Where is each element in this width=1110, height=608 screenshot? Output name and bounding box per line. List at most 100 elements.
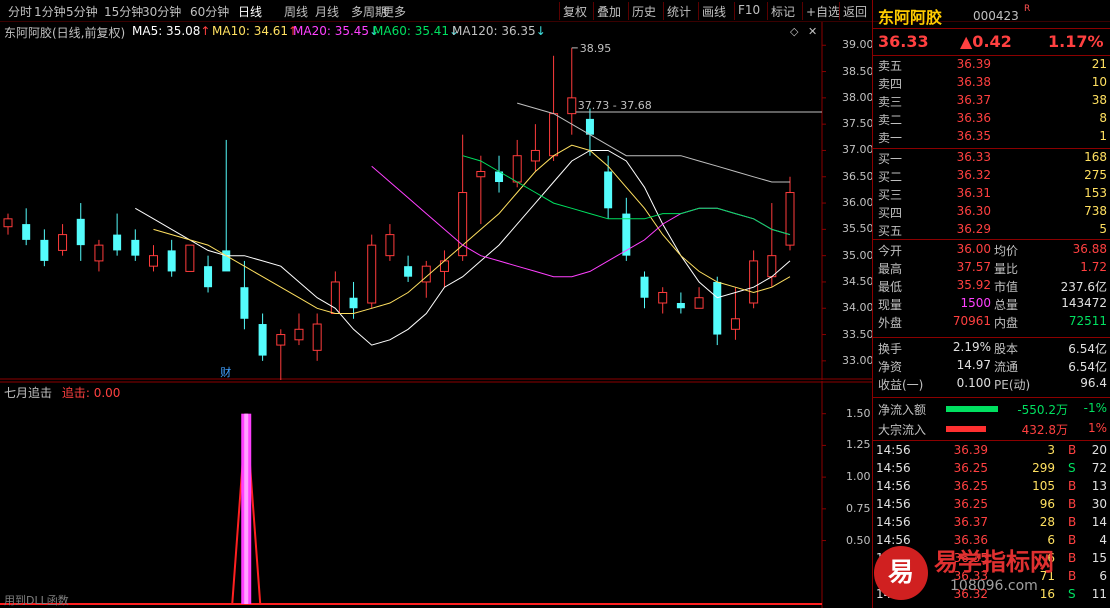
watermark-url: 108096.com: [950, 578, 1038, 594]
tick-volume: 28: [1039, 515, 1055, 529]
tick-time: 14:56: [876, 443, 911, 457]
tick-volume: 96: [1039, 497, 1055, 511]
tick-count: 4: [1099, 533, 1107, 547]
candle-body: [730, 318, 740, 330]
action-4[interactable]: 画线: [702, 3, 726, 20]
toolbar-separator: [698, 2, 699, 20]
stat-label: 现量: [878, 298, 903, 312]
ma-value: MA20: 35.45: [293, 24, 370, 38]
ask-label: 卖五: [878, 59, 903, 73]
panel-divider: [872, 440, 1110, 441]
action-8[interactable]: 返回: [843, 3, 867, 20]
ma-arrow-icon: ↓: [535, 24, 546, 38]
ma-label-2: MA20: 35.45↓: [293, 24, 379, 38]
stat-label: 均价: [994, 244, 1019, 258]
indicator-chart[interactable]: [0, 381, 872, 608]
period-tab-1[interactable]: 1分钟: [34, 3, 66, 20]
fund-label: 流通: [994, 360, 1019, 374]
candle-body: [767, 255, 777, 278]
indicator-title: 七月追击 追击: 0.00: [4, 384, 120, 401]
panel-divider: [872, 148, 1110, 149]
fund-value: 96.4: [1080, 376, 1107, 390]
bid-volume: 153: [1084, 186, 1107, 200]
bid-volume: 5: [1099, 222, 1107, 236]
bid-label: 买一: [878, 152, 903, 166]
period-tab-0[interactable]: 分时: [8, 3, 32, 20]
candle-body: [131, 239, 140, 256]
stat-label: 总量: [994, 298, 1019, 312]
y-tick-label: 34.50: [842, 274, 874, 288]
y-tick-label: 34.00: [842, 301, 874, 315]
ask-label: 卖三: [878, 95, 903, 109]
stat-label: 今开: [878, 244, 903, 258]
ask-volume: 21: [1091, 57, 1107, 71]
candle-body: [3, 218, 13, 228]
kline-chart[interactable]: 38.95 32.56 37.73 - 37.68 财 ◇ ✕: [0, 22, 872, 380]
stat-value: 36.88: [1072, 242, 1107, 256]
period-tab-2[interactable]: 5分钟: [66, 3, 98, 20]
action-1[interactable]: 叠加: [597, 3, 621, 20]
action-5[interactable]: F10: [738, 3, 760, 17]
y-tick-label: 37.50: [842, 117, 874, 131]
fund-label: 净资: [878, 360, 903, 374]
toolbar-separator: [802, 2, 803, 20]
ma-line-ma10: [153, 144, 791, 314]
stock-code: 000423: [973, 9, 1019, 23]
stat-label: 内盘: [994, 316, 1019, 330]
panel-divider: [872, 337, 1110, 338]
candle-body: [785, 192, 795, 246]
bid-price: 36.30: [956, 204, 991, 218]
action-6[interactable]: 标记: [771, 3, 795, 20]
indicator-value: 追击: 0.00: [61, 386, 121, 400]
bid-price: 36.31: [956, 186, 991, 200]
y-tick-label: 33.50: [842, 327, 874, 341]
toolbar-separator: [767, 2, 768, 20]
toolbar-separator: [559, 2, 560, 20]
tick-side: B: [1068, 515, 1077, 529]
bid-volume: 168: [1084, 150, 1107, 164]
fund-value: 2.19%: [952, 340, 991, 354]
candle-body: [294, 328, 304, 341]
stat-value: 143472: [1061, 296, 1107, 310]
tick-count: 15: [1091, 551, 1107, 565]
candle-body: [439, 260, 449, 272]
ma-label-4: MA120: 36.35↓: [452, 24, 546, 38]
toolbar-separator: [663, 2, 664, 20]
ask-price: 36.37: [956, 93, 991, 107]
ma-label-0: MA5: 35.08↑: [132, 24, 210, 38]
period-tab-8[interactable]: 月线: [315, 3, 339, 20]
bid-price: 36.32: [956, 168, 991, 182]
period-tab-6[interactable]: 日线: [238, 3, 262, 20]
action-2[interactable]: 历史: [632, 3, 656, 20]
y-tick-label: 35.00: [842, 248, 874, 262]
action-0[interactable]: 复权: [563, 3, 587, 20]
close-icon[interactable]: ✕: [808, 25, 817, 38]
period-tab-10[interactable]: 更多: [382, 3, 406, 20]
diamond-icon[interactable]: ◇: [790, 25, 799, 38]
period-tab-7[interactable]: 周线: [284, 3, 308, 20]
ma-line-ma20: [371, 165, 791, 278]
candle-body: [694, 297, 704, 309]
flow-value: -550.2万: [1017, 403, 1068, 417]
stat-value: 37.57: [956, 260, 991, 274]
fund-value: 6.54亿: [1068, 360, 1107, 374]
period-tab-3[interactable]: 15分钟: [104, 3, 143, 20]
candle-body: [276, 334, 286, 346]
fund-label: 收益(一): [878, 378, 924, 392]
ma-value: MA10: 34.61: [212, 24, 289, 38]
panel-divider: [872, 239, 1110, 240]
candle-body: [512, 155, 522, 183]
y-tick-label: 39.00: [842, 38, 874, 52]
candle-body: [549, 113, 559, 157]
period-tab-5[interactable]: 60分钟: [190, 3, 229, 20]
fund-value: 14.97: [956, 358, 991, 372]
candle-body: [604, 171, 613, 209]
bid-label: 买二: [878, 170, 903, 184]
toolbar-separator: [734, 2, 735, 20]
ask-price: 36.39: [956, 57, 991, 71]
action-3[interactable]: 统计: [667, 3, 691, 20]
finance-marker[interactable]: 财: [220, 365, 231, 379]
action-7[interactable]: +自选: [806, 3, 840, 20]
tick-side: B: [1068, 479, 1077, 493]
period-tab-4[interactable]: 30分钟: [142, 3, 181, 20]
